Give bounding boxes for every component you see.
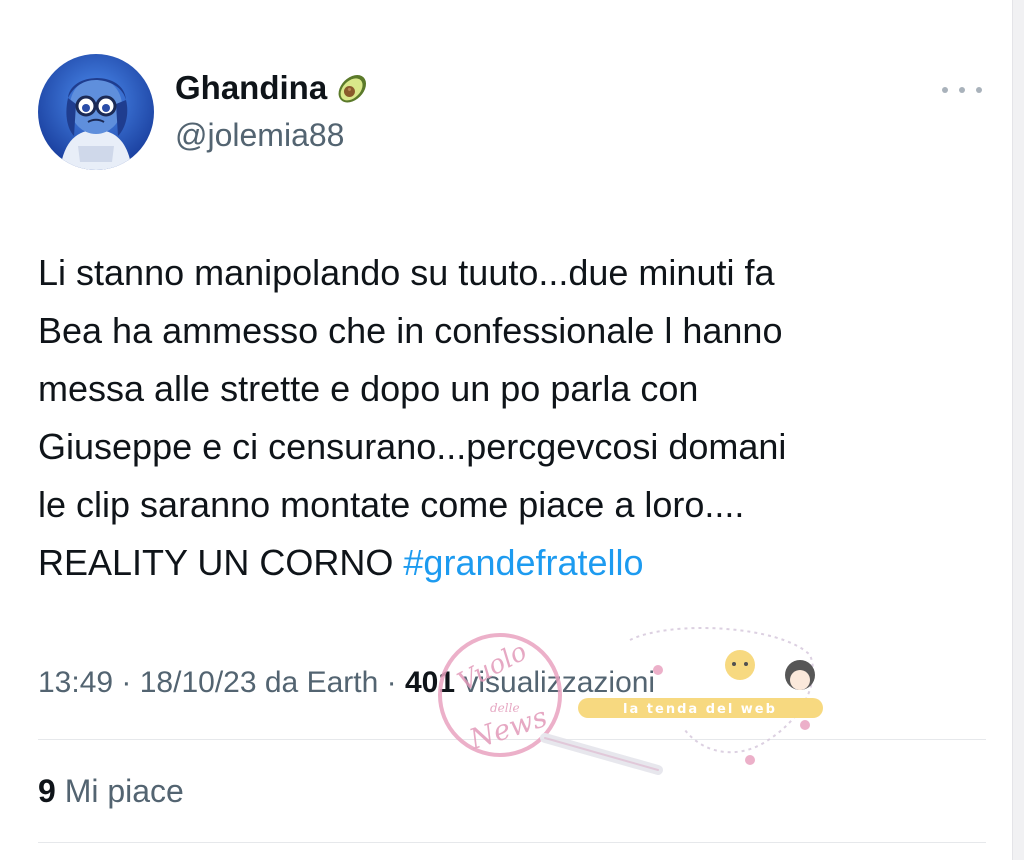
avatar-image: [38, 54, 154, 170]
likes-label: Mi piace: [55, 773, 184, 809]
tweet-source: da Earth: [256, 666, 379, 699]
tweet-meta: 13:49 · 18/10/23 da Earth · 401 visualiz…: [38, 666, 655, 700]
views-label: visualizzazioni: [455, 666, 656, 699]
watermark-brand-3: News: [464, 700, 551, 756]
watermark-brand-2: delle: [490, 701, 520, 715]
views-count: 401: [404, 666, 456, 699]
meta-separator: ·: [378, 666, 405, 699]
hashtag-link[interactable]: #grandefratello: [403, 542, 643, 583]
avocado-icon: [333, 68, 373, 108]
likes-link[interactable]: 9 Mi piace: [38, 773, 184, 810]
tweet-card: Ghandina @jolemia88 Li stanno manipoland…: [0, 0, 1013, 860]
meta-separator: ·: [113, 666, 140, 699]
tweet-last-line-text: REALITY UN CORNO: [38, 542, 404, 583]
likes-count: 9: [38, 773, 56, 809]
watermark-ribbon-text: la tenda del web: [623, 702, 777, 717]
tweet-time[interactable]: 13:49: [38, 666, 113, 699]
tweet-line: Li stanno manipolando su tuuto...due min…: [38, 252, 775, 293]
avatar[interactable]: [38, 54, 154, 170]
display-name[interactable]: Ghandina: [175, 69, 327, 107]
more-options-icon[interactable]: [942, 80, 982, 100]
tweet-text: Li stanno manipolando su tuuto...due min…: [38, 244, 998, 592]
tweet-date[interactable]: 18/10/23: [140, 666, 257, 699]
tweet-last-line: REALITY UN CORNO #grandefratello: [38, 534, 998, 592]
divider: [38, 739, 986, 740]
tweet-line: le clip saranno montate come piace a lor…: [38, 484, 745, 525]
author-name-row[interactable]: Ghandina: [175, 68, 373, 108]
tweet-line: Bea ha ammesso che in confessionale l ha…: [38, 310, 783, 351]
author-handle[interactable]: @jolemia88: [175, 117, 344, 154]
watermark: Vuolo delle News la tenda del web: [438, 627, 823, 775]
tweet-line: messa alle strette e dopo un po parla co…: [38, 368, 699, 409]
divider: [38, 842, 986, 843]
tweet-line: Giuseppe e ci censurano...percgevcosi do…: [38, 426, 787, 467]
